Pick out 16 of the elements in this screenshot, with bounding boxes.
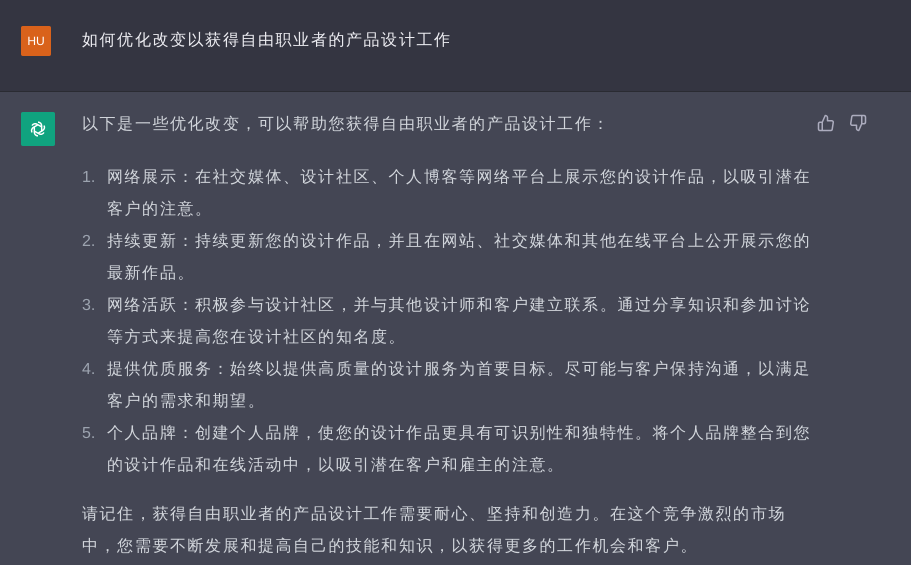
answer-intro: 以下是一些优化改变，可以帮助您获得自由职业者的产品设计工作： [82,114,611,135]
user-avatar: HU [21,26,51,56]
list-number: 3. [82,296,96,316]
list-number: 1. [82,168,96,188]
closing-paragraph: 请记住，获得自由职业者的产品设计工作需要耐心、坚持和创造力。在这个竞争激烈的市场中，您需要不断发展和提高自己的技能和知识，以获得更多的工作机会和客户。 [82,504,787,557]
thumbs-down-icon[interactable] [849,114,867,132]
thumbs-up-icon[interactable] [817,114,835,132]
list-number: 2. [82,232,96,252]
question-text: 如何优化改变以获得自由职业者的产品设计工作 [82,30,452,51]
list-number: 4. [82,360,96,380]
list-item-text: 个人品牌：创建个人品牌，使您的设计作品更具有可识别性和独特性。将个人品牌整合到您的设计作品和在线活动中，以吸引潜在客户和雇主的注意。 [107,424,812,476]
list-item-text: 提供优质服务：始终以提供高质量的设计服务为首要目标。尽可能与客户保持沟通，以满足客户的需求和期望。 [107,360,812,412]
list-item-text: 网络活跃：积极参与设计社区，并与其他设计师和客户建立联系。通过分享知识和参加讨论等方式来提高您在设计社区的知名度。 [107,296,812,348]
list-item-text: 持续更新：持续更新您的设计作品，并且在网站、社交媒体和其他在线平台上公开展示您的最新作品。 [107,232,812,284]
list-item-text: 网络展示：在社交媒体、设计社区、个人博客等网络平台上展示您的设计作品，以吸引潜在客户的注意。 [107,168,812,220]
list-number: 5. [82,424,96,444]
